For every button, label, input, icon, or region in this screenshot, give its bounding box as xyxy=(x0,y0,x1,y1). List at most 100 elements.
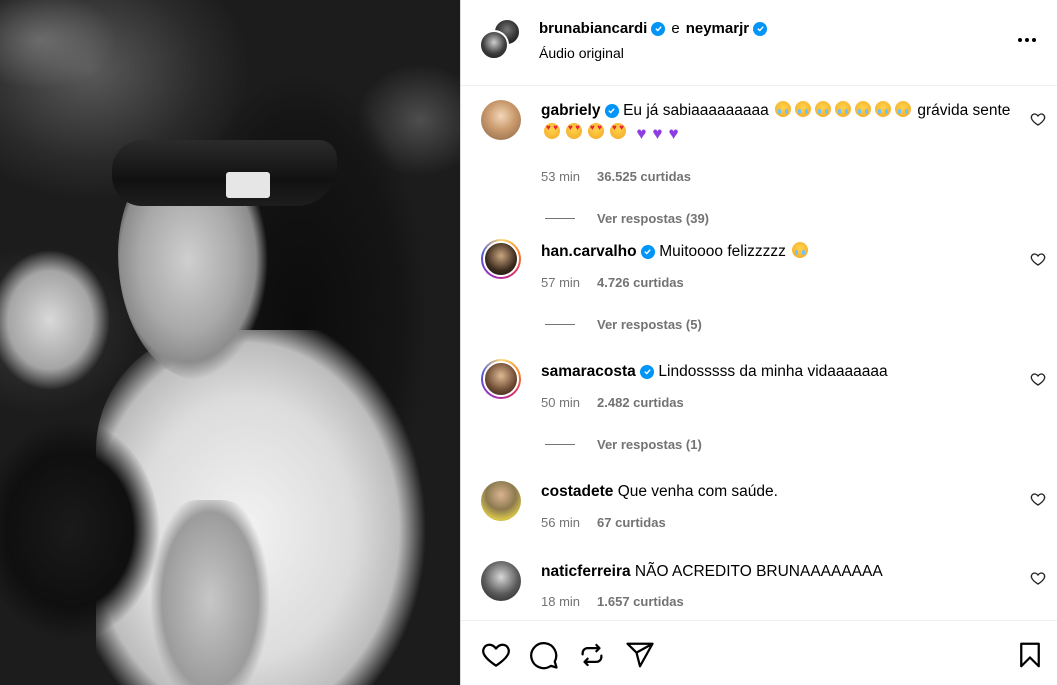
replies-divider xyxy=(545,218,575,219)
photo-blindfold-tag xyxy=(226,172,270,198)
comment-username[interactable]: samaracosta xyxy=(541,363,636,380)
comment-username[interactable]: costadete xyxy=(541,483,613,500)
repost-icon xyxy=(581,643,603,667)
save-button[interactable] xyxy=(1015,640,1045,670)
comment-time[interactable]: 53 min xyxy=(541,169,580,184)
comment-body: Que venha com saúde. xyxy=(617,483,778,500)
comment-text: gabriely Eu já sabiaaaaaaaaa grávida sen… xyxy=(541,100,1021,145)
comment-like-button[interactable] xyxy=(1030,570,1046,586)
comment-text: samaracosta Lindosssss da minha vidaaaaa… xyxy=(541,361,1021,383)
avatar[interactable] xyxy=(481,561,521,601)
comment-text: han.carvalho Muitoooo felizzzzz xyxy=(541,241,1021,263)
verified-badge-icon xyxy=(640,364,655,379)
comment-meta: 57 min 4.726 curtidas xyxy=(541,275,684,290)
share-icon xyxy=(626,642,654,668)
pleading-face-icon xyxy=(895,101,912,117)
comment-username[interactable]: han.carvalho xyxy=(541,243,637,260)
verified-badge-icon xyxy=(753,21,768,36)
photo-blindfold xyxy=(112,140,337,206)
comment-time[interactable]: 56 min xyxy=(541,515,580,530)
more-horizontal-icon xyxy=(1018,38,1022,42)
photo-arm xyxy=(150,500,270,685)
post-photo[interactable] xyxy=(0,0,460,685)
replies-divider xyxy=(545,444,575,445)
heart-eyes-icon xyxy=(566,123,582,139)
collab-avatars[interactable] xyxy=(479,18,521,62)
pleading-face-icon xyxy=(792,242,809,258)
comment-text: costadete Que venha com saúde. xyxy=(541,481,1021,503)
heart-eyes-icon xyxy=(610,123,626,139)
comment-body-continued: grávida sente xyxy=(917,102,1011,119)
comment-like-button[interactable] xyxy=(1030,371,1046,387)
verified-badge-icon xyxy=(640,244,655,259)
author-username[interactable]: brunabiancardi xyxy=(539,20,647,37)
header-authors: brunabiancardi e neymarjr xyxy=(539,20,768,37)
comment-likes[interactable]: 36.525 curtidas xyxy=(597,169,691,184)
avatar-image xyxy=(483,361,519,397)
avatar[interactable] xyxy=(481,100,521,140)
avatar[interactable] xyxy=(481,359,521,399)
pleading-face-icon xyxy=(875,101,892,117)
comment-likes[interactable]: 67 curtidas xyxy=(597,515,666,530)
more-options-button[interactable] xyxy=(1015,28,1039,52)
coauthor-username[interactable]: neymarjr xyxy=(686,20,749,37)
repost-button[interactable] xyxy=(577,640,607,670)
purple-heart-icon: ♥ xyxy=(636,124,647,143)
comment-likes[interactable]: 1.657 curtidas xyxy=(597,594,684,609)
comment-likes[interactable]: 4.726 curtidas xyxy=(597,275,684,290)
comment-body: Eu já sabiaaaaaaaaa xyxy=(623,102,769,119)
post-header: brunabiancardi e neymarjr Áudio original xyxy=(461,0,1057,86)
comments-list[interactable]: gabriely Eu já sabiaaaaaaaaa grávida sen… xyxy=(461,86,1057,620)
comment-meta: 50 min 2.482 curtidas xyxy=(541,395,684,410)
comment-username[interactable]: naticferreira xyxy=(541,563,631,580)
pleading-face-icon xyxy=(775,101,792,117)
comment-body: NÃO ACREDITO BRUNAAAAAAAA xyxy=(634,563,883,580)
comment-time[interactable]: 50 min xyxy=(541,395,580,410)
comment-meta: 56 min 67 curtidas xyxy=(541,515,666,530)
view-replies-button[interactable]: Ver respostas (39) xyxy=(545,211,709,226)
author-conjunction: e xyxy=(671,20,680,37)
more-horizontal-icon xyxy=(1025,38,1029,42)
comment-icon xyxy=(530,642,558,670)
view-replies-label: Ver respostas (1) xyxy=(597,437,702,452)
comment-likes[interactable]: 2.482 curtidas xyxy=(597,395,684,410)
audio-label[interactable]: Áudio original xyxy=(539,45,624,61)
comment-time[interactable]: 18 min xyxy=(541,594,580,609)
pleading-face-icon xyxy=(795,101,812,117)
heart-eyes-icon xyxy=(544,123,560,139)
bookmark-icon xyxy=(1020,642,1040,668)
heart-icon xyxy=(1030,493,1046,506)
view-replies-button[interactable]: Ver respostas (1) xyxy=(545,437,702,452)
heart-icon xyxy=(1030,113,1046,126)
post-side-panel: brunabiancardi e neymarjr Áudio original… xyxy=(460,0,1057,685)
heart-icon xyxy=(1030,253,1046,266)
comment-button[interactable] xyxy=(529,640,559,670)
heart-icon xyxy=(482,643,510,667)
purple-heart-icon: ♥ xyxy=(652,124,663,143)
verified-badge-icon xyxy=(604,103,619,118)
pleading-face-icon xyxy=(815,101,832,117)
heart-icon xyxy=(1030,373,1046,386)
pleading-face-icon xyxy=(835,101,852,117)
comment-time[interactable]: 57 min xyxy=(541,275,580,290)
comment-like-button[interactable] xyxy=(1030,491,1046,507)
verified-badge-icon xyxy=(651,21,666,36)
like-button[interactable] xyxy=(481,640,511,670)
comment-text: naticferreira NÃO ACREDITO BRUNAAAAAAAA xyxy=(541,561,1021,583)
view-replies-button[interactable]: Ver respostas (5) xyxy=(545,317,702,332)
comment-like-button[interactable] xyxy=(1030,111,1046,127)
comment-body: Lindosssss da minha vidaaaaaaa xyxy=(658,363,888,380)
heart-eyes-icon xyxy=(588,123,604,139)
comment-like-button[interactable] xyxy=(1030,251,1046,267)
avatar[interactable] xyxy=(481,481,521,521)
share-button[interactable] xyxy=(625,640,655,670)
comment-body: Muitoooo felizzzzz xyxy=(659,243,786,260)
comment-username[interactable]: gabriely xyxy=(541,102,600,119)
replies-divider xyxy=(545,324,575,325)
purple-heart-icon: ♥ xyxy=(668,124,679,143)
avatar[interactable] xyxy=(481,239,521,279)
pleading-face-icon xyxy=(855,101,872,117)
view-replies-label: Ver respostas (5) xyxy=(597,317,702,332)
avatar[interactable] xyxy=(479,30,509,60)
comment-meta: 53 min 36.525 curtidas xyxy=(541,169,691,184)
